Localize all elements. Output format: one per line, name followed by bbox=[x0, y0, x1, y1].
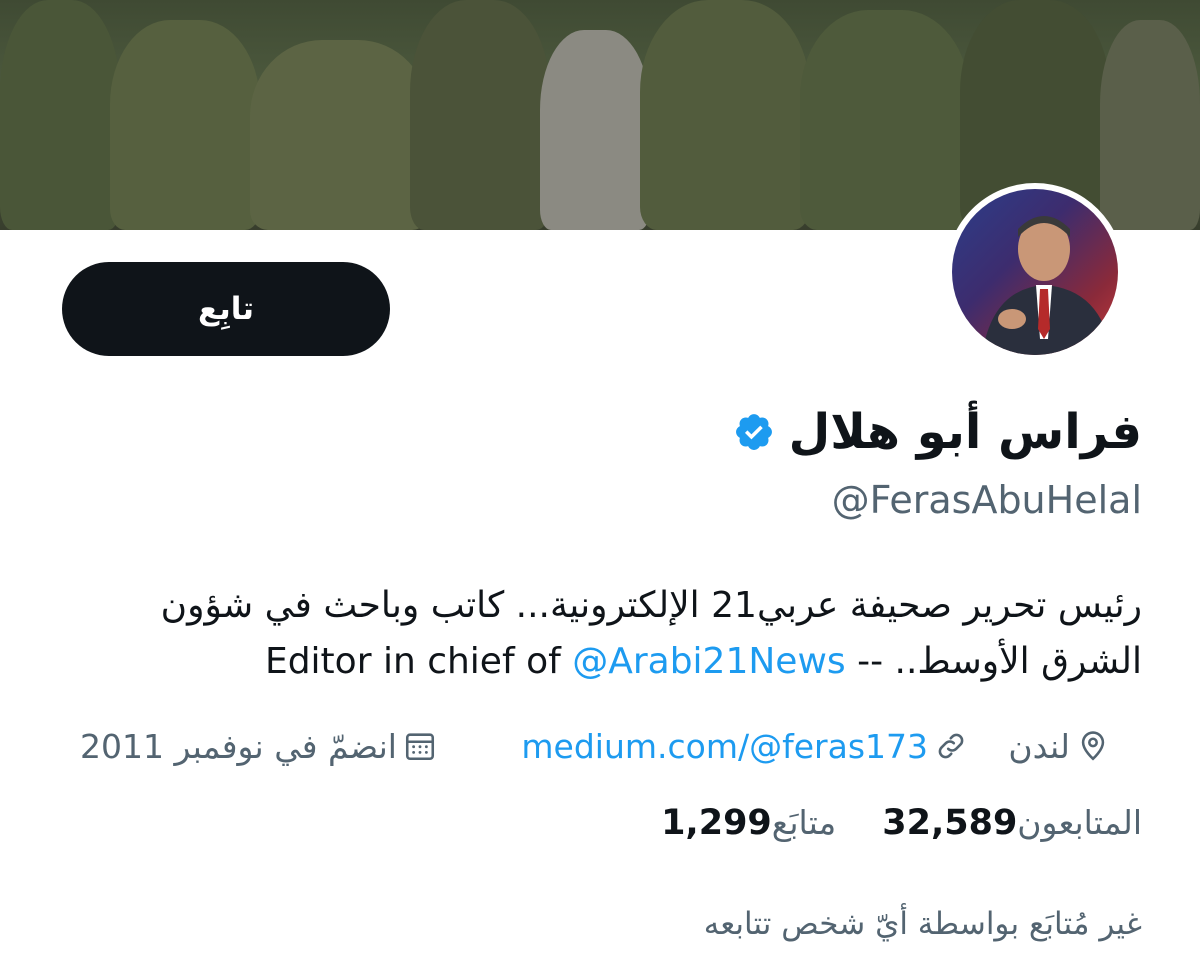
location-text: لندن bbox=[1008, 726, 1070, 766]
not-followed-notice: غير مُتابَع بواسطة أيّ شخص تتابعه bbox=[703, 906, 1142, 942]
following-stat[interactable]: 1,299 متابَع bbox=[651, 803, 836, 843]
location-item: لندن bbox=[1008, 722, 1110, 770]
following-label: متابَع bbox=[771, 803, 837, 842]
profile-avatar[interactable] bbox=[946, 183, 1124, 361]
link-icon bbox=[938, 733, 964, 759]
name-row: فراس أبو هلال bbox=[733, 404, 1142, 460]
avatar-photo bbox=[982, 216, 1112, 355]
follow-stats: 1,299 متابَع 32,589 المتابعون bbox=[615, 803, 1142, 843]
follow-button[interactable]: تابِع bbox=[62, 262, 390, 356]
followers-count: 32,589 bbox=[882, 803, 1018, 843]
verified-badge-icon[interactable] bbox=[733, 411, 775, 453]
user-handle: @FerasAbuHelal bbox=[831, 478, 1142, 522]
followers-label: المتابعون bbox=[1017, 803, 1142, 842]
following-count: 1,299 bbox=[661, 803, 772, 843]
profile-bio: رئيس تحرير صحيفة عربي21 الإلكترونية... ك… bbox=[52, 578, 1142, 690]
joined-text: انضمّ في نوفمبر 2011 bbox=[80, 726, 397, 766]
location-pin-icon bbox=[1081, 731, 1105, 761]
website-item[interactable]: medium.com/@feras173 bbox=[521, 722, 968, 770]
followers-stat[interactable]: 32,589 المتابعون bbox=[872, 803, 1142, 843]
calendar-icon bbox=[405, 733, 434, 761]
joined-item: انضمّ في نوفمبر 2011 bbox=[80, 722, 437, 770]
bio-mention-link[interactable]: @Arabi21News bbox=[572, 641, 845, 682]
website-link[interactable]: medium.com/@feras173 bbox=[521, 727, 928, 766]
display-name: فراس أبو هلال bbox=[788, 404, 1142, 460]
